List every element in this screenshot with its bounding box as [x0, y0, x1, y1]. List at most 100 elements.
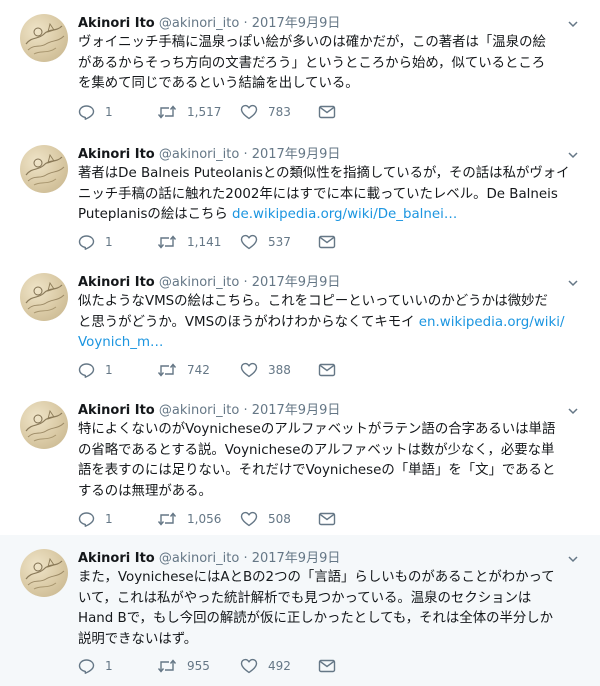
- message-button[interactable]: [318, 509, 336, 529]
- reply-count: 1: [105, 512, 113, 526]
- retweet-button[interactable]: 742: [157, 360, 210, 380]
- tweet-header: Akinori Ito @akinori_ito · 2017年9月9日: [78, 547, 340, 566]
- tweet-date[interactable]: 2017年9月9日: [252, 147, 341, 162]
- message-button[interactable]: [318, 232, 336, 252]
- message-icon: [318, 363, 336, 377]
- author-name[interactable]: Akinori Ito: [78, 147, 155, 162]
- chevron-down-icon[interactable]: [568, 273, 578, 287]
- header-separator: ·: [243, 147, 248, 162]
- reply-button[interactable]: 1: [78, 656, 113, 676]
- tweet-text-line: するのは無理がある。: [78, 483, 212, 499]
- tweet-text-line: 似たようなVMSの絵はこちら。これをコピーといっていいのかどうかは微妙だ: [78, 294, 548, 309]
- tweet-header: Akinori Ito @akinori_ito · 2017年9月9日: [78, 271, 340, 290]
- reply-button[interactable]: 1: [78, 509, 113, 529]
- like-count: 783: [268, 105, 291, 119]
- tweet-actions: 1 1,141 537: [78, 232, 572, 252]
- tweet-text-line: 語を表すのには足りない。それだけでVoynicheseの「単語」を「文」であると: [78, 463, 556, 478]
- tweet-link[interactable]: de.wikipedia.org/wiki/De_balnei…: [232, 207, 457, 222]
- like-icon: [240, 234, 258, 250]
- like-button[interactable]: 388: [240, 360, 291, 380]
- tweet-date[interactable]: 2017年9月9日: [252, 551, 341, 566]
- tweet-date[interactable]: 2017年9月9日: [252, 16, 341, 31]
- retweet-button[interactable]: 1,056: [157, 509, 221, 529]
- chevron-down-icon[interactable]: [568, 401, 578, 415]
- header-separator: ·: [243, 16, 248, 31]
- reply-count: 1: [105, 363, 113, 377]
- retweet-icon: [157, 234, 177, 250]
- tweet-actions: 1 955 492: [78, 656, 572, 676]
- author-handle[interactable]: @akinori_ito: [159, 275, 239, 290]
- retweet-count: 1,141: [187, 235, 222, 249]
- avatar[interactable]: [20, 549, 68, 597]
- retweet-count: 1,517: [187, 105, 222, 119]
- avatar[interactable]: [20, 273, 68, 321]
- tweet-date[interactable]: 2017年9月9日: [252, 403, 341, 418]
- tweet[interactable]: Akinori Ito @akinori_ito · 2017年9月9日ヴォイニ…: [0, 0, 600, 131]
- tweet-text-line: また，VoynicheseにはAとBの2つの「言語」らしいものがあることがわかっ…: [78, 570, 555, 585]
- like-icon: [240, 362, 258, 378]
- chevron-down-icon[interactable]: [568, 549, 578, 563]
- reply-button[interactable]: 1: [78, 232, 113, 252]
- tweet[interactable]: Akinori Ito @akinori_ito · 2017年9月9日著者はD…: [0, 131, 600, 259]
- author-handle[interactable]: @akinori_ito: [159, 551, 239, 566]
- retweet-count: 742: [187, 363, 210, 377]
- avatar[interactable]: [20, 401, 68, 449]
- tweet-actions: 1 742 388: [78, 360, 572, 380]
- like-icon: [240, 104, 258, 120]
- retweet-button[interactable]: 955: [157, 656, 210, 676]
- reply-count: 1: [105, 105, 113, 119]
- tweet-text: また，VoynicheseにはAとBの2つの「言語」らしいものがあることがわかっ…: [78, 568, 572, 650]
- retweet-icon: [157, 362, 177, 378]
- tweet-header: Akinori Ito @akinori_ito · 2017年9月9日: [78, 143, 340, 162]
- tweet-text-line: を集めて同じであるという結論を出している。: [78, 76, 359, 91]
- reply-icon: [78, 511, 95, 527]
- like-button[interactable]: 783: [240, 102, 291, 122]
- tweet-header: Akinori Ito @akinori_ito · 2017年9月9日: [78, 399, 340, 418]
- tweet-text-line: があるからそっち方向の文書だろう」というところから始め，似ているところ: [78, 55, 546, 71]
- reply-icon: [78, 234, 95, 250]
- tweet-text-line: の省略であるとする説。Voynicheseのアルファベットは数が少なく，必要な単: [78, 442, 555, 458]
- author-name[interactable]: Akinori Ito: [78, 551, 155, 566]
- tweet-date[interactable]: 2017年9月9日: [252, 275, 341, 290]
- author-name[interactable]: Akinori Ito: [78, 275, 155, 290]
- message-icon: [318, 235, 336, 249]
- message-button[interactable]: [318, 102, 336, 122]
- tweet-text: ヴォイニッチ手稿に温泉っぽい絵が多いのは確かだが，この著者は「温泉の絵 があるから…: [78, 33, 572, 95]
- tweet-text-line: 著者はDe Balneis Puteolanisとの類似性を指摘しているが，その…: [78, 166, 570, 181]
- author-handle[interactable]: @akinori_ito: [159, 16, 239, 31]
- author-name[interactable]: Akinori Ito: [78, 16, 155, 31]
- like-button[interactable]: 508: [240, 509, 291, 529]
- tweet[interactable]: Akinori Ito @akinori_ito · 2017年9月9日 特によく…: [0, 387, 600, 535]
- tweet-text-line: ニッチ手稿の話に触れた2002年にはすでに本に載っていたレベル。De Balne…: [78, 186, 558, 202]
- message-button[interactable]: [318, 360, 336, 380]
- like-count: 388: [268, 363, 291, 377]
- reply-button[interactable]: 1: [78, 360, 113, 380]
- retweet-icon: [157, 658, 177, 674]
- author-handle[interactable]: @akinori_ito: [159, 403, 239, 418]
- like-count: 508: [268, 512, 291, 526]
- reply-button[interactable]: 1: [78, 102, 113, 122]
- message-button[interactable]: [318, 656, 336, 676]
- like-button[interactable]: 537: [240, 232, 291, 252]
- reply-icon: [78, 658, 95, 674]
- chevron-down-icon[interactable]: [568, 14, 578, 28]
- like-icon: [240, 511, 258, 527]
- tweet-actions: 1 1,056 508: [78, 509, 572, 529]
- like-count: 492: [268, 659, 291, 673]
- tweet-header: Akinori Ito @akinori_ito · 2017年9月9日: [78, 12, 340, 31]
- tweet-text-line: いて，これは私がやった統計解析でも見つかっている。温泉のセクションは: [78, 590, 532, 606]
- reply-count: 1: [105, 235, 113, 249]
- avatar[interactable]: [20, 145, 68, 193]
- author-handle[interactable]: @akinori_ito: [159, 147, 239, 162]
- author-name[interactable]: Akinori Ito: [78, 403, 155, 418]
- avatar[interactable]: [20, 14, 68, 62]
- like-icon: [240, 658, 258, 674]
- tweet[interactable]: Akinori Ito @akinori_ito · 2017年9月9日似たよう…: [0, 259, 600, 387]
- tweet[interactable]: Akinori Ito @akinori_ito · 2017年9月9日また，V…: [0, 535, 600, 686]
- tweet-text-line: ヴォイニッチ手稿に温泉っぽい絵が多いのは確かだが，この著者は「温泉の絵: [78, 35, 546, 50]
- tweet-text-line: Puteplanisの絵はこちら: [78, 207, 233, 222]
- like-button[interactable]: 492: [240, 656, 291, 676]
- chevron-down-icon[interactable]: [568, 145, 578, 159]
- retweet-button[interactable]: 1,141: [157, 232, 221, 252]
- retweet-button[interactable]: 1,517: [157, 102, 221, 122]
